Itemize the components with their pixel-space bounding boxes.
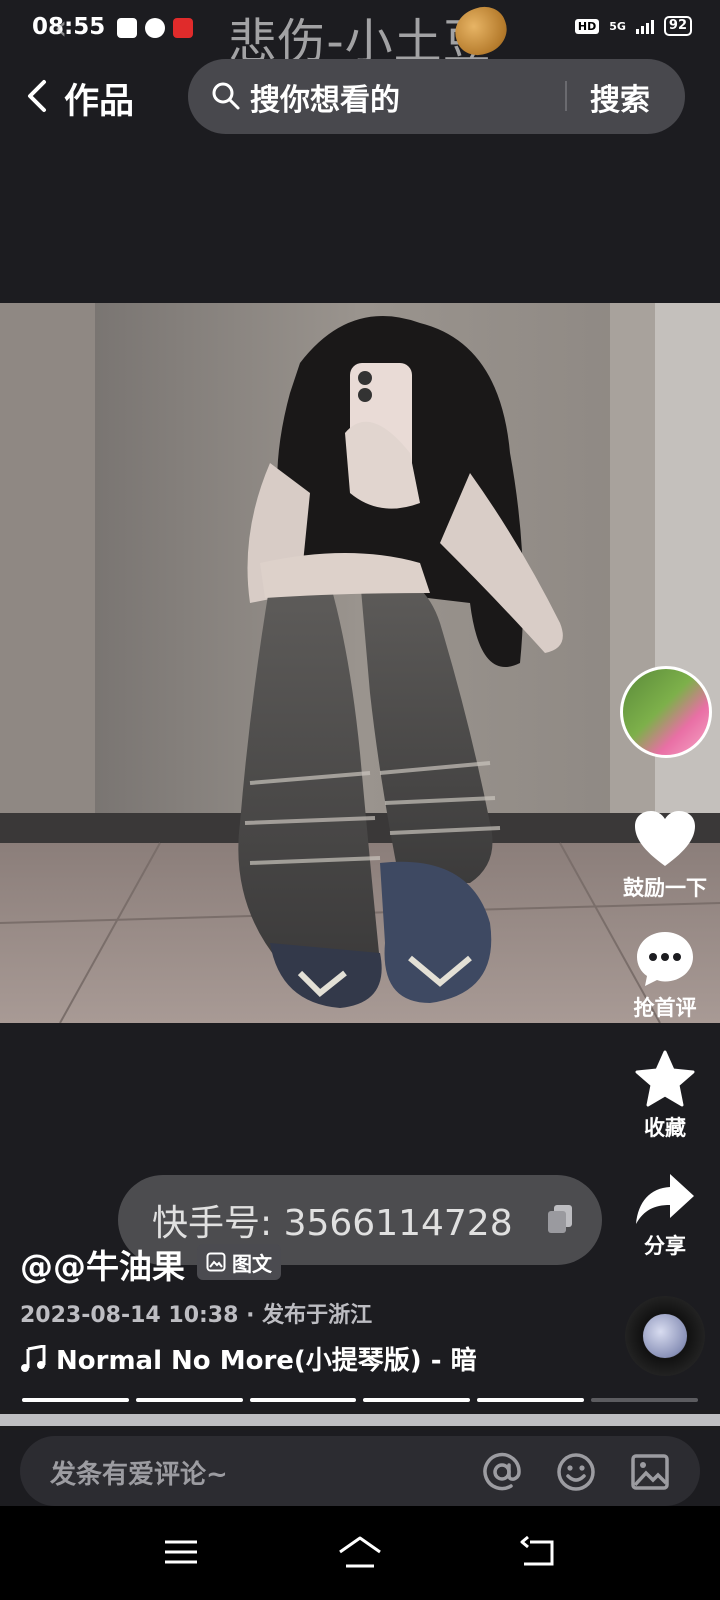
search-icon xyxy=(212,82,240,110)
comment-input[interactable]: 发条有爱评论~ xyxy=(20,1436,700,1506)
divider-strip xyxy=(0,1414,720,1426)
chevron-left-icon xyxy=(28,80,46,112)
comment-placeholder: 发条有爱评论~ xyxy=(50,1460,228,1490)
comment-button[interactable]: 抢首评 xyxy=(610,930,720,1022)
post-type-label: 图文 xyxy=(232,1251,272,1276)
copy-icon[interactable] xyxy=(546,1203,574,1235)
star-icon xyxy=(635,1050,695,1107)
music-title: Normal No More(小提琴版) - 暗 xyxy=(56,1346,477,1376)
page-title: 作品 xyxy=(64,82,135,122)
search-button[interactable]: 搜索 xyxy=(590,75,650,119)
search-divider xyxy=(565,81,567,111)
author-avatar[interactable] xyxy=(620,666,712,758)
music-note-icon xyxy=(21,1344,46,1372)
search-bar[interactable]: 搜你想看的 搜索 xyxy=(188,59,685,134)
heart-icon xyxy=(635,811,695,866)
image-picker-icon[interactable] xyxy=(630,1452,670,1492)
like-button[interactable]: 鼓励一下 xyxy=(610,810,720,902)
progress-segment xyxy=(477,1398,585,1402)
home-icon[interactable] xyxy=(336,1532,384,1572)
music-line[interactable]: Normal No More(小提琴版) - 暗 xyxy=(20,1340,477,1377)
emoji-icon[interactable] xyxy=(556,1452,596,1492)
music-disc[interactable] xyxy=(625,1296,705,1376)
mention-at-icon[interactable] xyxy=(482,1452,522,1492)
image-icon xyxy=(206,1252,226,1272)
comment-label: 抢首评 xyxy=(633,996,697,1020)
music-cover xyxy=(643,1314,687,1358)
share-label: 分享 xyxy=(644,1234,686,1258)
image-progress-indicator xyxy=(22,1398,698,1402)
post-type-badge: 图文 xyxy=(197,1244,281,1280)
search-input[interactable]: 搜你想看的 xyxy=(250,75,400,119)
back-icon[interactable] xyxy=(516,1532,564,1572)
comment-icon xyxy=(637,932,693,986)
account-id-text: 快手号: 3566114728 xyxy=(152,1203,513,1244)
progress-segment xyxy=(591,1398,698,1402)
favorite-button[interactable]: 收藏 xyxy=(610,1050,720,1142)
progress-segment xyxy=(22,1398,129,1402)
progress-segment xyxy=(363,1398,471,1402)
progress-segment xyxy=(249,1398,357,1402)
back-button[interactable] xyxy=(22,76,62,116)
progress-segment xyxy=(135,1398,243,1402)
account-id-toast[interactable]: 快手号: 3566114728 xyxy=(118,1175,602,1265)
favorite-label: 收藏 xyxy=(644,1116,686,1140)
share-arrow-icon xyxy=(636,1174,694,1224)
author-username[interactable]: @@牛油果 xyxy=(20,1240,185,1288)
like-label: 鼓励一下 xyxy=(623,876,707,900)
post-meta: 2023-08-14 10:38 · 发布于浙江 xyxy=(20,1303,373,1328)
post-image[interactable] xyxy=(0,303,720,1023)
menu-icon[interactable] xyxy=(157,1532,205,1572)
post-photo-illustration xyxy=(0,303,720,1023)
system-navigation-bar xyxy=(0,1506,720,1600)
share-button[interactable]: 分享 xyxy=(610,1172,720,1260)
